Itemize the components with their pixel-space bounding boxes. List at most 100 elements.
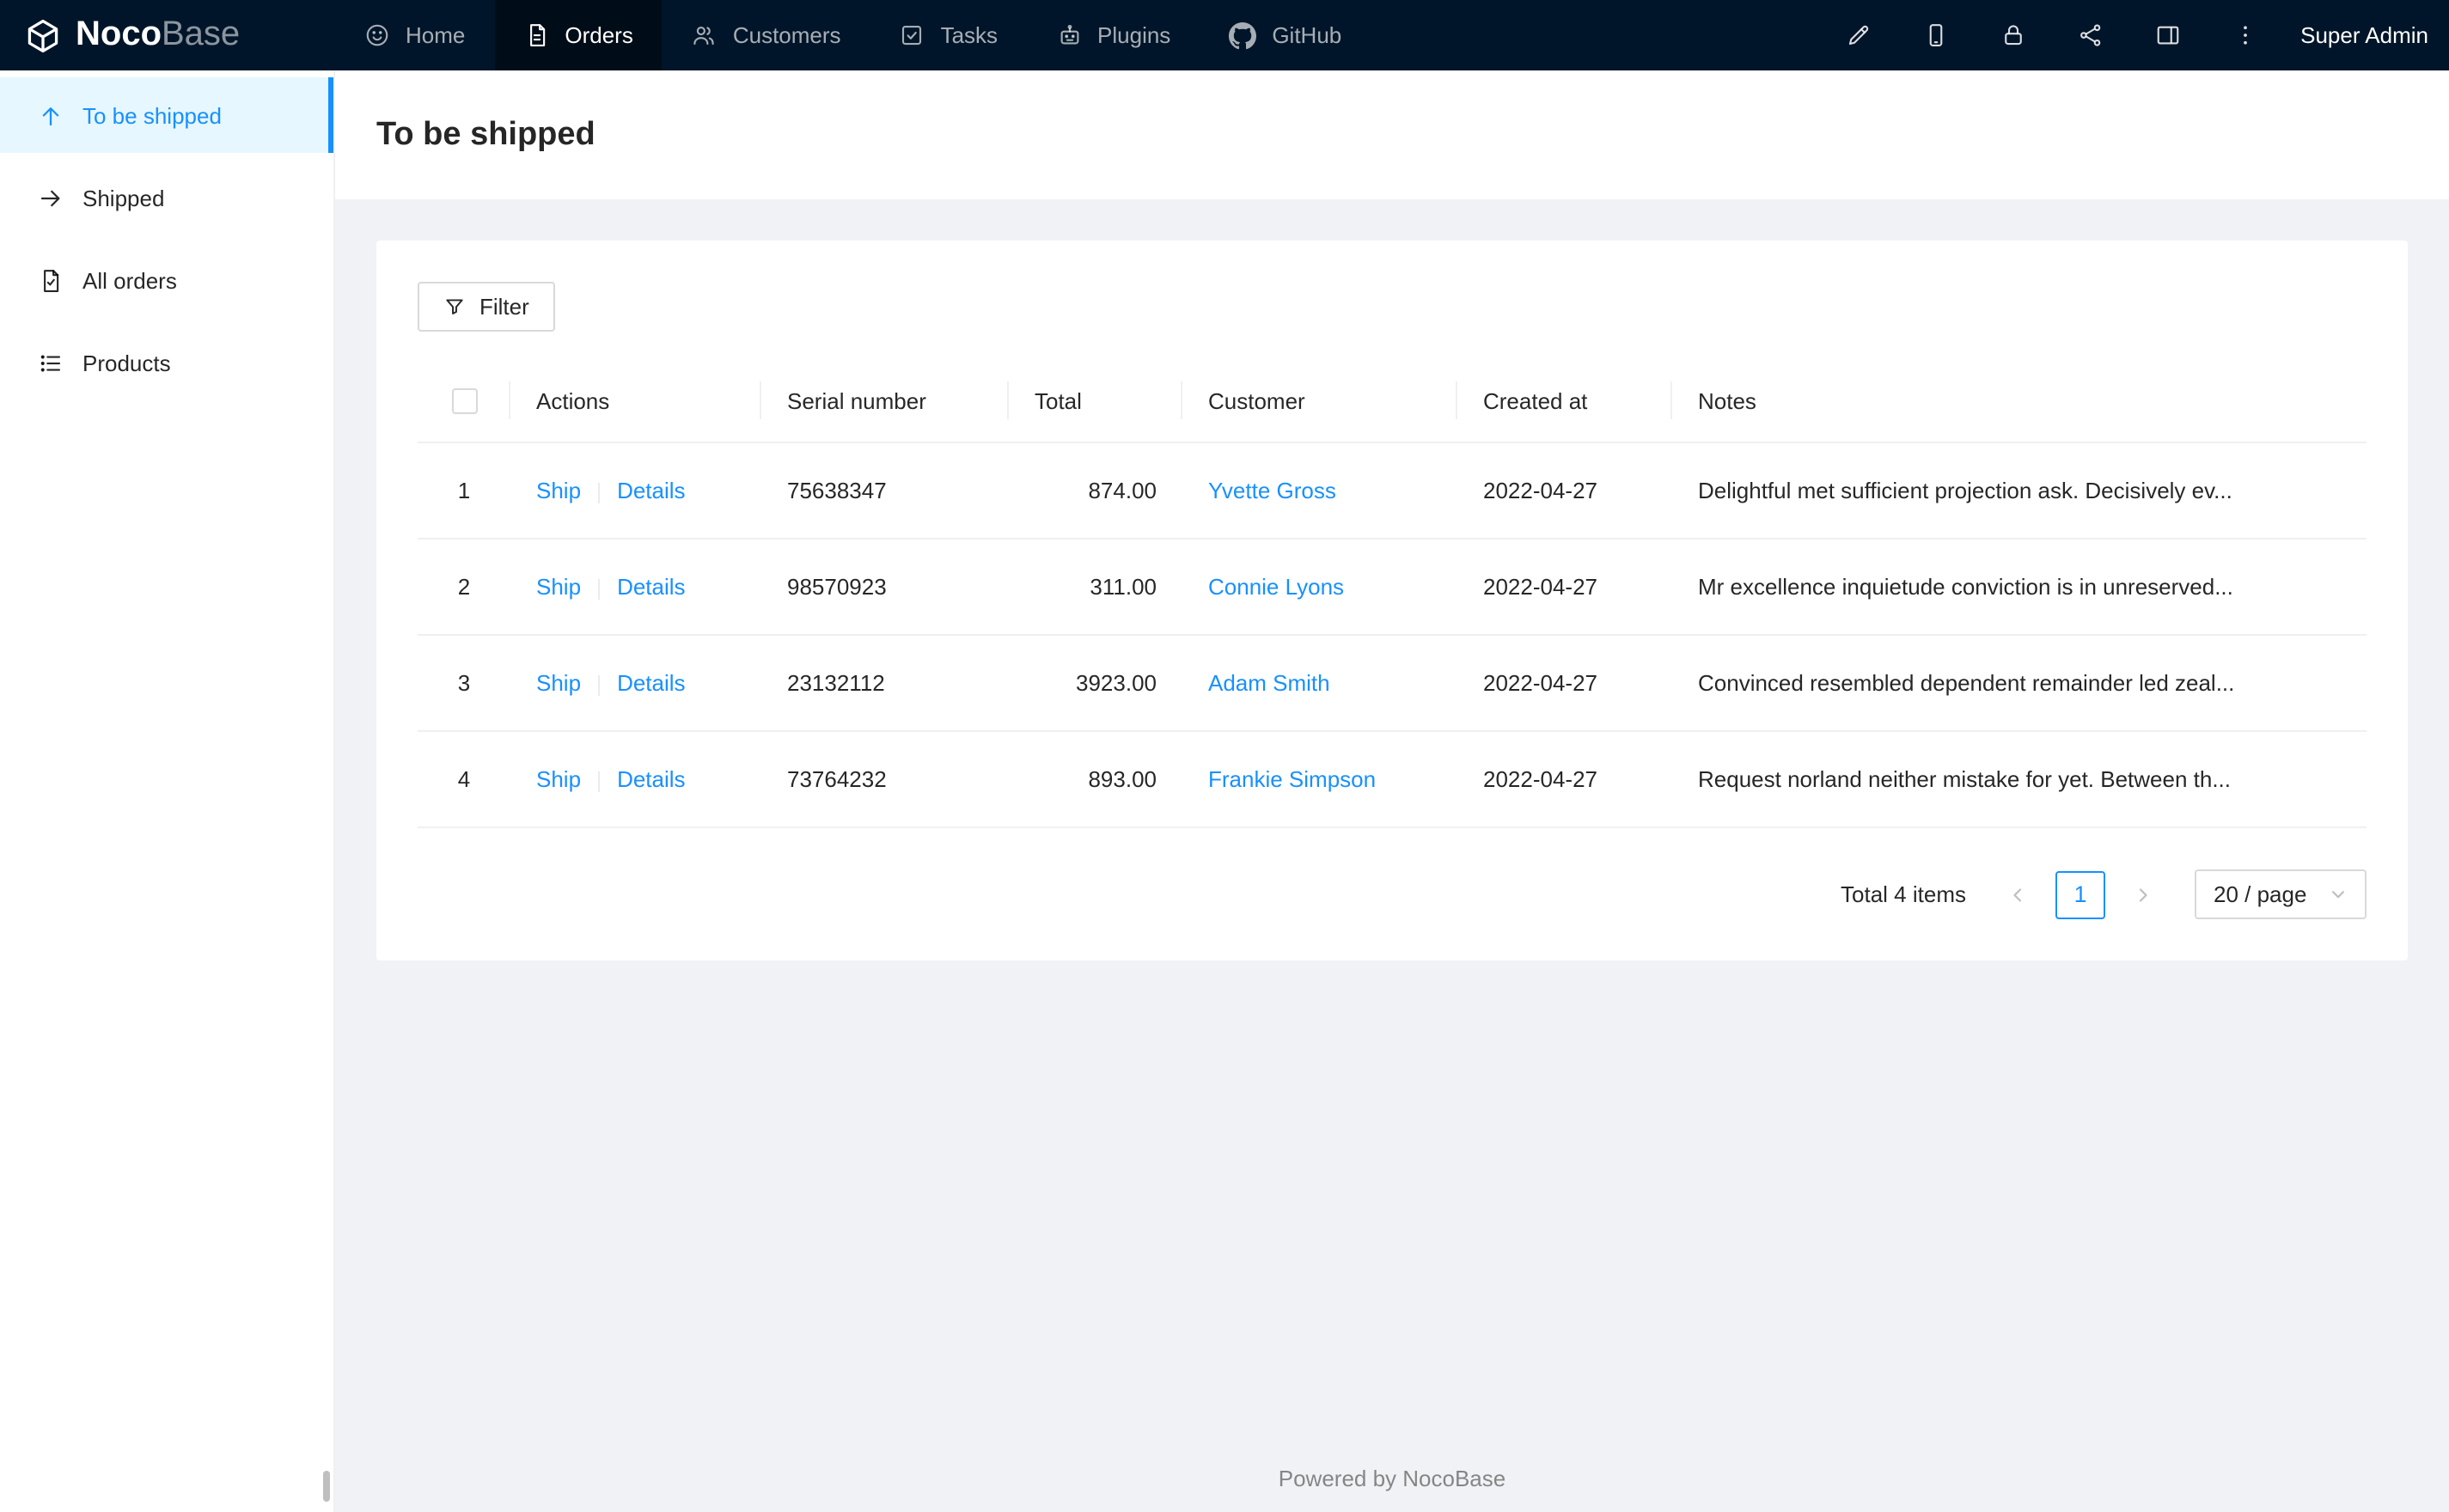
layout-panel-icon[interactable] <box>2128 0 2206 70</box>
select-all-header <box>418 359 510 444</box>
table-row: 4 Ship Details 73764232 893.00 Frankie Si… <box>418 731 2367 829</box>
sidebar-item-all-orders[interactable]: All orders <box>0 242 333 318</box>
nav-item-home[interactable]: Home <box>335 0 494 70</box>
table-row: 2 Ship Details 98570923 311.00 Connie Lyo… <box>418 539 2367 637</box>
table-body: 1 Ship Details 75638347 874.00 Yvette Gro… <box>418 442 2367 829</box>
app-root: NocoBase Home Orders Customers Tasks Plu… <box>0 0 2449 1512</box>
github-icon <box>1229 21 1257 49</box>
serial-number-cell: 98570923 <box>761 539 1009 637</box>
nav-item-github[interactable]: GitHub <box>1200 0 1371 70</box>
row-index: 4 <box>418 731 510 829</box>
row-index: 1 <box>418 442 510 540</box>
ui-editor-pen-icon[interactable] <box>1819 0 1896 70</box>
actions-cell: Ship Details <box>510 635 761 733</box>
sidebar-item-label: Shipped <box>82 185 165 210</box>
funnel-icon <box>443 296 466 318</box>
details-link[interactable]: Details <box>617 670 686 696</box>
nav-item-customers[interactable]: Customers <box>663 0 870 70</box>
smile-icon <box>364 22 390 48</box>
page-size-select[interactable]: 20 / page <box>2195 869 2367 920</box>
total-cell: 874.00 <box>1009 442 1182 540</box>
page-number-button[interactable]: 1 <box>2055 870 2105 919</box>
sidebar-item-to-be-shipped[interactable]: To be shipped <box>0 77 333 153</box>
customer-link[interactable]: Yvette Gross <box>1208 478 1336 503</box>
pagination-total: Total 4 items <box>1841 881 1966 908</box>
customer-cell: Adam Smith <box>1182 635 1457 733</box>
filter-button[interactable]: Filter <box>418 282 555 332</box>
content-shell: To be shipped Shipped All orders Product… <box>0 70 2449 1512</box>
nav-item-orders[interactable]: Orders <box>494 0 663 70</box>
sidebar-item-products[interactable]: Products <box>0 325 333 400</box>
created-at-cell: 2022-04-27 <box>1457 731 1672 829</box>
nav-item-label: Home <box>406 22 466 48</box>
notes-cell: Request norland neither mistake for yet.… <box>1672 731 2367 829</box>
top-navbar: NocoBase Home Orders Customers Tasks Plu… <box>0 0 2449 70</box>
action-divider <box>598 482 601 503</box>
column-header-created-at: Created at <box>1457 359 1672 444</box>
column-header-customer: Customer <box>1182 359 1457 444</box>
table-header-row: Actions Serial number Total Customer Cre… <box>418 359 2367 444</box>
table-row: 1 Ship Details 75638347 874.00 Yvette Gro… <box>418 442 2367 540</box>
ship-link[interactable]: Ship <box>536 478 581 503</box>
ship-link[interactable]: Ship <box>536 574 581 600</box>
column-header-total: Total <box>1009 359 1182 444</box>
robot-icon <box>1056 22 1082 48</box>
column-header-notes: Notes <box>1672 359 2367 444</box>
main-menu: Home Orders Customers Tasks Plugins GitH… <box>335 0 1371 70</box>
more-ellipsis-icon[interactable] <box>2206 0 2283 70</box>
navbar-tools: Super Admin <box>1819 0 2449 70</box>
page-size-value: 20 / page <box>2214 881 2307 908</box>
page-header: To be shipped <box>335 70 2449 199</box>
ship-link[interactable]: Ship <box>536 670 581 696</box>
customer-link[interactable]: Adam Smith <box>1208 670 1330 696</box>
actions-cell: Ship Details <box>510 442 761 540</box>
page-title: To be shipped <box>376 116 595 152</box>
select-all-checkbox[interactable] <box>451 388 477 415</box>
app-logo-text: NocoBase <box>76 15 241 53</box>
column-header-actions: Actions <box>510 359 761 444</box>
mobile-preview-icon[interactable] <box>1896 0 1974 70</box>
customer-link[interactable]: Connie Lyons <box>1208 574 1344 600</box>
sidebar-scrollbar[interactable] <box>323 1471 330 1502</box>
customer-cell: Yvette Gross <box>1182 442 1457 540</box>
notes-cell: Convinced resembled dependent remainder … <box>1672 635 2367 733</box>
lock-icon[interactable] <box>1974 0 2051 70</box>
next-page-button[interactable] <box>2119 870 2167 918</box>
action-divider <box>598 674 601 696</box>
nav-item-tasks[interactable]: Tasks <box>870 0 1027 70</box>
customer-cell: Frankie Simpson <box>1182 731 1457 829</box>
nav-item-label: Plugins <box>1097 22 1171 48</box>
list-icon <box>38 350 64 375</box>
nocobase-logo-icon <box>24 16 62 54</box>
api-nodes-icon[interactable] <box>2051 0 2128 70</box>
customer-cell: Connie Lyons <box>1182 539 1457 637</box>
details-link[interactable]: Details <box>617 574 686 600</box>
app-logo[interactable]: NocoBase <box>0 0 335 70</box>
nav-item-label: Customers <box>732 22 841 48</box>
user-menu[interactable]: Super Admin <box>2300 22 2428 48</box>
created-at-cell: 2022-04-27 <box>1457 539 1672 637</box>
details-link[interactable]: Details <box>617 766 686 792</box>
customer-link[interactable]: Frankie Simpson <box>1208 766 1376 792</box>
nav-item-plugins[interactable]: Plugins <box>1027 0 1200 70</box>
created-at-cell: 2022-04-27 <box>1457 635 1672 733</box>
actions-cell: Ship Details <box>510 731 761 829</box>
chevron-down-icon <box>2329 885 2348 904</box>
pagination: Total 4 items 1 20 / page <box>418 869 2367 920</box>
row-index: 2 <box>418 539 510 637</box>
column-header-serial: Serial number <box>761 359 1009 444</box>
sidebar-item-shipped[interactable]: Shipped <box>0 160 333 235</box>
created-at-cell: 2022-04-27 <box>1457 442 1672 540</box>
sidebar: To be shipped Shipped All orders Product… <box>0 70 335 1512</box>
nav-item-label: Orders <box>565 22 633 48</box>
nav-item-label: GitHub <box>1272 22 1342 48</box>
sidebar-item-label: All orders <box>82 267 177 293</box>
details-link[interactable]: Details <box>617 478 686 503</box>
action-divider <box>598 771 601 792</box>
orders-table: Actions Serial number Total Customer Cre… <box>418 359 2367 829</box>
customers-people-icon <box>692 22 718 48</box>
prev-page-button[interactable] <box>1994 870 2042 918</box>
ship-link[interactable]: Ship <box>536 766 581 792</box>
serial-number-cell: 75638347 <box>761 442 1009 540</box>
chevron-right-icon <box>2133 884 2153 905</box>
